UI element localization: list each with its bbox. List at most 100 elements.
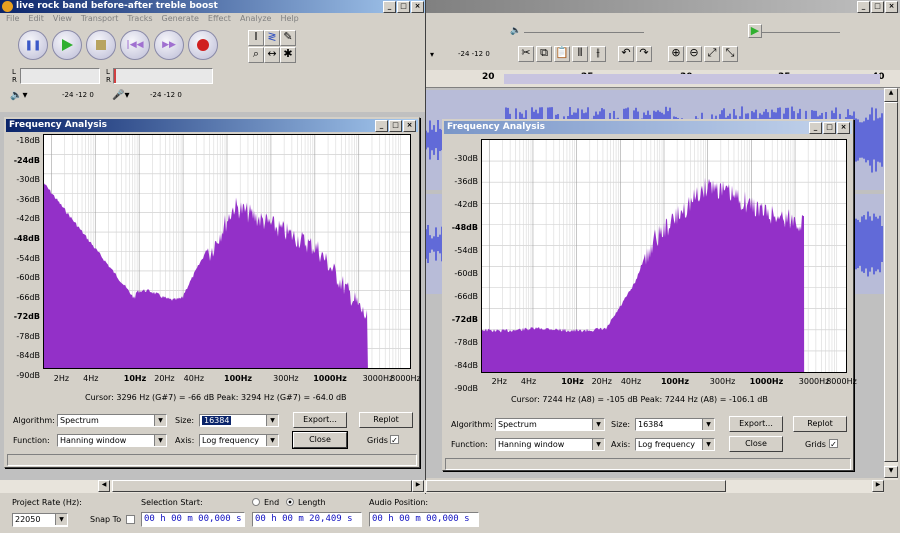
close-button[interactable]: × <box>885 1 898 13</box>
speaker-icon: 🔈▾ <box>10 90 28 101</box>
play-button[interactable] <box>52 30 82 60</box>
selection-length-field[interactable]: 00 h 00 m 20,409 s <box>252 512 362 527</box>
x-axis-label: 4Hz <box>83 374 99 383</box>
zoom-in-icon[interactable]: ⊕ <box>668 46 684 62</box>
y-axis-label: -24dB <box>13 155 40 165</box>
menu-help[interactable]: Help <box>280 13 298 25</box>
algorithm-value: Spectrum <box>498 420 537 429</box>
copy-icon[interactable]: ⧉ <box>536 46 552 62</box>
close-dialog-button[interactable]: Close <box>729 436 783 452</box>
maximize-button[interactable]: □ <box>397 1 410 13</box>
menu-transport[interactable]: Transport <box>81 13 119 25</box>
close-button[interactable]: × <box>403 120 416 132</box>
minimize-button[interactable]: _ <box>857 1 870 13</box>
menu-edit[interactable]: Edit <box>28 13 44 25</box>
fit-project-icon[interactable]: ⤡ <box>722 46 738 62</box>
redo-icon[interactable]: ↷ <box>636 46 652 62</box>
minimize-button[interactable]: _ <box>383 1 396 13</box>
algorithm-value: Spectrum <box>60 416 99 425</box>
timeshift-tool-icon[interactable]: ↔ <box>264 47 280 63</box>
selection-tool-icon[interactable]: I <box>248 30 264 46</box>
record-meter[interactable] <box>113 68 213 84</box>
grids-checkbox[interactable]: ✓ <box>390 435 399 445</box>
menu-generate[interactable]: Generate <box>162 13 199 25</box>
snap-to-checkbox[interactable] <box>126 515 135 524</box>
spectrum-plot[interactable] <box>481 139 847 373</box>
fit-selection-icon[interactable]: ⤢ <box>704 46 720 62</box>
axis-select[interactable]: Log frequency ▼ <box>199 434 279 447</box>
spectrum-area <box>44 183 368 368</box>
function-value: Hanning window <box>60 436 127 445</box>
paste-icon[interactable]: 📋 <box>554 46 570 62</box>
right-meter-bar[interactable]: 🔈 <box>510 26 660 38</box>
skip-end-button[interactable]: ▶▶ <box>154 30 184 60</box>
envelope-tool-icon[interactable]: ≷ <box>264 30 280 46</box>
function-select[interactable]: Hanning window ▼ <box>57 434 167 447</box>
menu-tracks[interactable]: Tracks <box>127 13 152 25</box>
export-button[interactable]: Export... <box>729 416 783 432</box>
y-axis-label: -30dB <box>454 154 478 163</box>
size-select[interactable]: 16384 ▼ <box>635 418 715 431</box>
timeline-ruler[interactable]: 20 25 30 35 40 <box>426 70 900 88</box>
snap-to-label: Snap To <box>90 515 122 524</box>
y-axis-label: -84dB <box>16 351 40 361</box>
replot-button[interactable]: Replot <box>359 412 413 428</box>
multi-tool-icon[interactable]: ✱ <box>280 47 296 63</box>
selection-start-field[interactable]: 00 h 00 m 00,000 s <box>141 512 245 527</box>
maximize-button[interactable]: □ <box>823 122 836 134</box>
play-at-speed-button[interactable]: ▶ <box>748 24 762 38</box>
y-axis-label: -72dB <box>13 312 40 322</box>
record-button[interactable] <box>188 30 218 60</box>
dialog-title-bar[interactable]: Frequency Analysis _ □ × <box>6 119 418 132</box>
playback-meter[interactable] <box>20 68 100 84</box>
horizontal-scrollbar[interactable]: ◀ ▶ ▶ <box>0 480 884 493</box>
grids-checkbox[interactable]: ✓ <box>829 439 838 449</box>
y-axis-label: -30dB <box>16 175 40 185</box>
maximize-button[interactable]: □ <box>389 120 402 132</box>
y-axis-label: -78dB <box>16 331 40 341</box>
project-rate-select[interactable]: 22050 ▼ <box>12 513 68 527</box>
menu-effect[interactable]: Effect <box>208 13 231 25</box>
maximize-button[interactable]: □ <box>871 1 884 13</box>
spectrum-plot[interactable] <box>43 134 411 369</box>
stop-button[interactable] <box>86 30 116 60</box>
dialog-title-bar[interactable]: Frequency Analysis _ □ × <box>444 121 852 134</box>
x-axis-label: 100Hz <box>224 374 253 383</box>
draw-tool-icon[interactable]: ✎ <box>280 30 296 46</box>
axis-select[interactable]: Log frequency ▼ <box>635 438 715 451</box>
algorithm-select[interactable]: Spectrum ▼ <box>57 414 167 427</box>
audio-position-field[interactable]: 00 h 00 m 00,000 s <box>369 512 479 527</box>
zoom-out-icon[interactable]: ⊖ <box>686 46 702 62</box>
silence-icon[interactable]: ⫲ <box>590 46 606 62</box>
function-select[interactable]: Hanning window ▼ <box>495 438 605 451</box>
menu-view[interactable]: View <box>53 13 72 25</box>
skip-start-button[interactable]: |◀◀ <box>120 30 150 60</box>
close-button[interactable]: × <box>837 122 850 134</box>
right-meter-bar-2[interactable] <box>750 26 840 38</box>
y-axis-label: -90dB <box>454 384 478 393</box>
size-select[interactable]: 16384 ▼ <box>199 414 279 427</box>
right-window-title-bar[interactable]: _ □ × <box>426 0 900 13</box>
main-title-bar[interactable]: live rock band before-after treble boost… <box>0 0 426 13</box>
replot-button[interactable]: Replot <box>793 416 847 432</box>
export-button[interactable]: Export... <box>293 412 347 428</box>
length-radio[interactable] <box>286 498 294 506</box>
cursor-readout: Cursor: 7244 Hz (A8) = -105 dB Peak: 724… <box>511 395 768 404</box>
close-dialog-button[interactable]: Close <box>292 431 348 449</box>
cut-icon[interactable]: ✂ <box>518 46 534 62</box>
menu-analyze[interactable]: Analyze <box>240 13 272 25</box>
end-radio[interactable] <box>252 498 260 506</box>
algorithm-select[interactable]: Spectrum ▼ <box>495 418 605 431</box>
menu-file[interactable]: File <box>6 13 19 25</box>
vertical-scrollbar[interactable]: ▲ ▼ <box>884 88 898 480</box>
minimize-button[interactable]: _ <box>375 120 388 132</box>
grids-label: Grids <box>805 440 826 449</box>
meter-left-label: L <box>12 68 16 76</box>
y-axis-label: -60dB <box>454 269 478 278</box>
minimize-button[interactable]: _ <box>809 122 822 134</box>
trim-icon[interactable]: ⫴ <box>572 46 588 62</box>
undo-icon[interactable]: ↶ <box>618 46 634 62</box>
close-button[interactable]: × <box>411 1 424 13</box>
zoom-tool-icon[interactable]: ⌕ <box>248 47 264 63</box>
pause-button[interactable]: ❚❚ <box>18 30 48 60</box>
